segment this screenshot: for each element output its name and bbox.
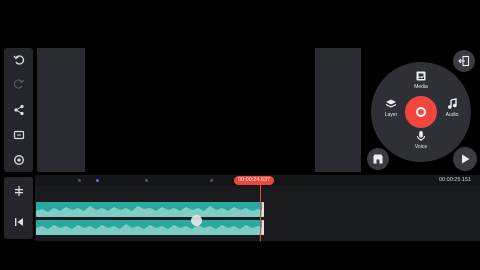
right-preview-margin [315, 48, 361, 172]
settings-icon [13, 155, 24, 165]
voice-button[interactable]: Voice [406, 130, 436, 150]
audio-track-1[interactable] [36, 202, 264, 217]
layer-button[interactable]: Layer [376, 98, 406, 118]
ruler-dot [210, 179, 213, 182]
split-button[interactable] [4, 179, 33, 203]
total-duration: 00:00:25.151 [439, 177, 472, 183]
tool-rail [4, 48, 33, 172]
timeline-tool-rail [4, 177, 33, 239]
track-end-handle[interactable] [262, 220, 264, 235]
ruler-marker [96, 179, 99, 182]
skip-to-start-icon [14, 218, 23, 226]
audio-button[interactable]: Audio [437, 98, 467, 118]
left-preview-margin [37, 48, 85, 172]
video-editor: Media Layer Audio Voice 00:00:24.637 00:… [0, 0, 480, 270]
record-icon [416, 107, 426, 117]
share-button[interactable] [4, 98, 33, 122]
audio-icon [448, 98, 457, 109]
track-end-handle[interactable] [262, 202, 264, 217]
layer-icon [385, 99, 397, 108]
ruler-dot [145, 179, 148, 182]
waveform [36, 206, 264, 217]
media-icon [416, 71, 426, 81]
undo-button[interactable] [4, 48, 33, 72]
record-button[interactable] [405, 96, 437, 128]
playhead[interactable] [260, 185, 261, 241]
layer-label: Layer [384, 112, 398, 118]
play-button[interactable] [453, 147, 477, 171]
play-icon [462, 154, 470, 164]
share-icon [13, 104, 24, 116]
time-ruler[interactable]: 00:00:24.637 00:00:25.151 [35, 175, 480, 186]
exit-icon [458, 55, 470, 67]
audio-track-2[interactable] [36, 220, 264, 235]
media-button[interactable]: Media [406, 70, 436, 90]
redo-icon [13, 79, 25, 89]
redo-button[interactable] [4, 72, 33, 96]
exit-button[interactable] [453, 50, 475, 72]
fullscreen-button[interactable] [4, 123, 33, 147]
video-preview[interactable] [86, 48, 314, 172]
volume-keyframe-knob[interactable] [191, 215, 202, 226]
audio-label: Audio [445, 112, 459, 118]
waveform [36, 224, 264, 235]
store-icon [373, 154, 383, 164]
undo-icon [12, 55, 24, 65]
fullscreen-icon [13, 130, 24, 140]
asset-store-button[interactable] [367, 148, 389, 170]
settings-button[interactable] [4, 148, 33, 172]
microphone-icon [416, 131, 426, 141]
current-time-badge: 00:00:24.637 [234, 176, 275, 185]
split-icon [14, 186, 23, 196]
media-label: Media [414, 84, 428, 90]
voice-label: Voice [414, 144, 428, 150]
timeline[interactable]: 00:00:24.637 00:00:25.151 [35, 175, 480, 241]
skip-to-start-button[interactable] [4, 210, 33, 234]
ruler-dot [78, 179, 81, 182]
